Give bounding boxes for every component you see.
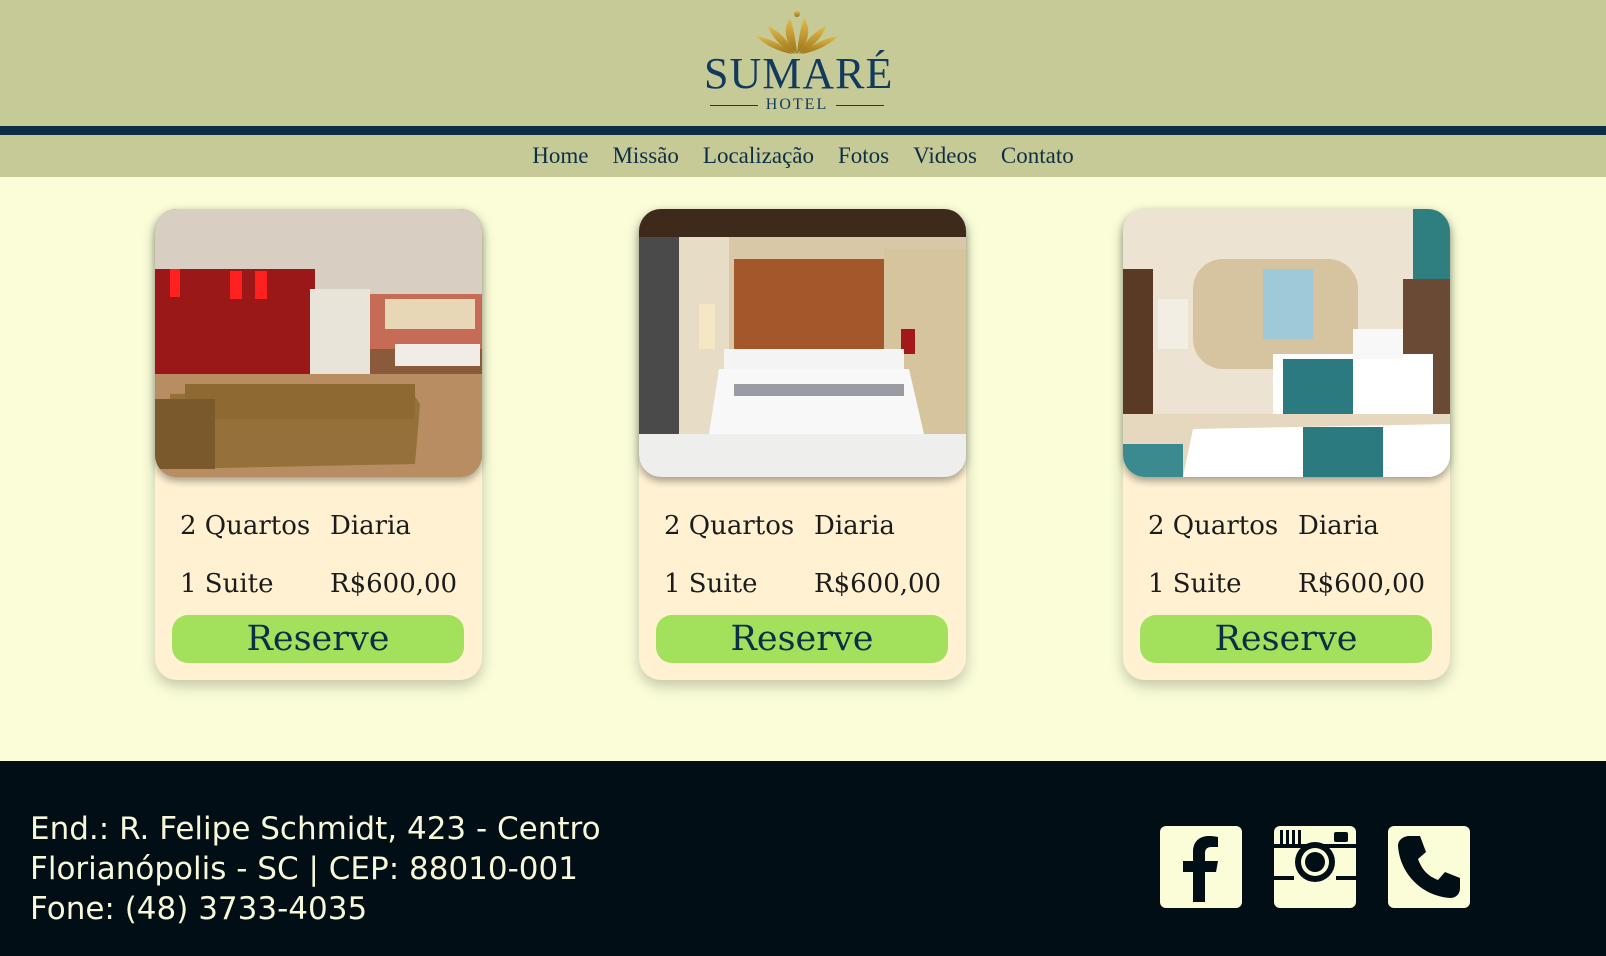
- suites-count: 1 Suite: [1148, 569, 1242, 599]
- room-photo-suite: [1123, 209, 1450, 477]
- reserve-button[interactable]: Reserve: [656, 615, 948, 663]
- logo-divider-left: [709, 104, 758, 106]
- nav-videos[interactable]: Videos: [913, 143, 977, 169]
- hotel-logo[interactable]: SUMARÉ HOTEL: [704, 6, 894, 120]
- suites-count: 1 Suite: [664, 569, 758, 599]
- contact-info: End.: R. Felipe Schmidt, 423 - Centro Fl…: [30, 809, 601, 929]
- reserve-button[interactable]: Reserve: [172, 615, 464, 663]
- price: R$600,00: [814, 569, 942, 599]
- room-card-2: 2 Quartos Diaria 1 Suite R$600,00 Reserv…: [639, 209, 966, 680]
- rooms-count: 2 Quartos: [664, 511, 795, 541]
- rate-label: Diaria: [330, 511, 411, 541]
- phone-icon[interactable]: [1388, 826, 1470, 908]
- lounge-photo-icon: [155, 209, 482, 477]
- reserve-button[interactable]: Reserve: [1140, 615, 1432, 663]
- nav-home[interactable]: Home: [532, 143, 588, 169]
- room-photo-lounge: [155, 209, 482, 477]
- phone-line: Fone: (48) 3733-4035: [30, 891, 368, 927]
- site-header: SUMARÉ HOTEL: [0, 0, 1606, 126]
- nav-fotos[interactable]: Fotos: [838, 143, 889, 169]
- price: R$600,00: [1298, 569, 1426, 599]
- suite-photo-icon: [1123, 209, 1450, 477]
- nav-contato[interactable]: Contato: [1001, 143, 1074, 169]
- rooms-count: 2 Quartos: [180, 511, 311, 541]
- site-footer: End.: R. Felipe Schmidt, 423 - Centro Fl…: [0, 761, 1606, 956]
- logo-divider-right: [836, 104, 885, 106]
- main-nav: Home Missão Localização Fotos Videos Con…: [0, 135, 1606, 177]
- rate-label: Diaria: [814, 511, 895, 541]
- address-line-1: End.: R. Felipe Schmidt, 423 - Centro: [30, 811, 601, 847]
- suites-count: 1 Suite: [180, 569, 274, 599]
- logo-subtitle: HOTEL: [765, 96, 829, 113]
- logo-subtitle-row: HOTEL: [704, 96, 890, 114]
- nav-missao[interactable]: Missão: [612, 143, 678, 169]
- rate-label: Diaria: [1298, 511, 1379, 541]
- room-photo-bedroom: [639, 209, 966, 477]
- rooms-count: 2 Quartos: [1148, 511, 1279, 541]
- address-line-2: Florianópolis - SC | CEP: 88010-001: [30, 851, 578, 887]
- instagram-icon[interactable]: [1274, 826, 1356, 908]
- facebook-icon[interactable]: [1160, 826, 1242, 908]
- logo-wordmark: SUMARÉ: [704, 49, 894, 98]
- nav-localizacao[interactable]: Localização: [703, 143, 814, 169]
- room-card-3: 2 Quartos Diaria 1 Suite R$600,00 Reserv…: [1123, 209, 1450, 680]
- header-divider-stripe: [0, 126, 1606, 135]
- bedroom-photo-icon: [639, 209, 966, 477]
- room-card-1: 2 Quartos Diaria 1 Suite R$600,00 Reserv…: [155, 209, 482, 680]
- price: R$600,00: [330, 569, 458, 599]
